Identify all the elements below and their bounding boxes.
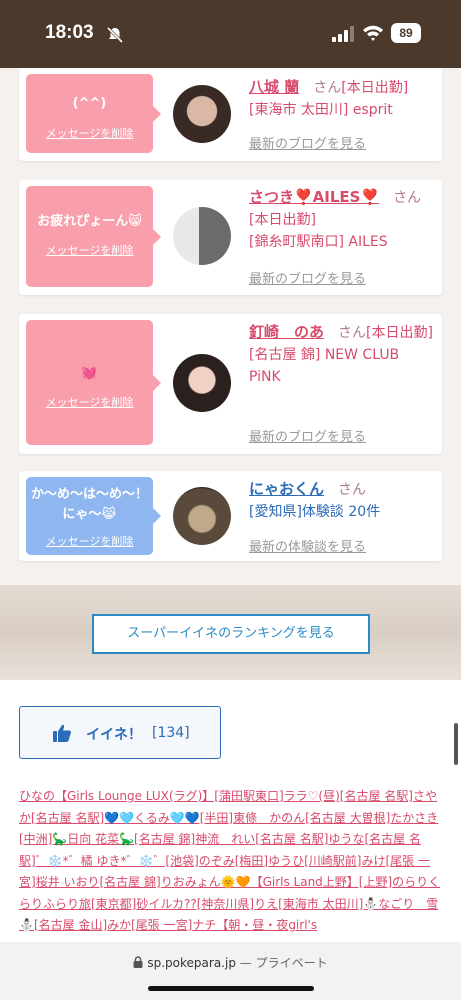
liker-link[interactable]: 東條 かのん[名古屋 大曽根]	[233, 811, 390, 825]
latest-blog-link[interactable]: 最新のブログを見る	[249, 426, 366, 445]
list-item: (^^) メッセージを削除 八城 蘭 さん[本日出勤] [東海市 太田川] es…	[19, 68, 442, 161]
message-bubble: お疲れぴょーん😸 メッセージを削除	[26, 186, 161, 287]
liker-link[interactable]: 砂イルカ??[神奈川県]	[136, 897, 254, 911]
reviewer-name-link[interactable]: にゃおくん	[249, 480, 324, 498]
status-bar: 18:03 89	[0, 0, 461, 68]
list-item: か〜め〜は〜め〜！にゃ〜😹 メッセージを削除 にゃおくん さん [愛知県]体験談…	[19, 471, 442, 561]
like-section: イイネ！ [134] ひなの【Girls Lounge LUX(ラグ)】[蒲田駅…	[0, 680, 461, 942]
liker-link[interactable]: ゛❄️*゛橘 ゆき*゛❄️゛[池袋]	[36, 854, 199, 868]
profile-info: にゃおくん さん [愛知県]体験談 20件	[249, 480, 381, 520]
liker-link[interactable]: 桜井 いおり[名古屋 錦]	[36, 875, 161, 889]
liker-link[interactable]: 神流 れい[名古屋 名駅]	[195, 832, 328, 846]
lock-icon	[133, 956, 143, 968]
profile-info: 八城 蘭 さん[本日出勤] [東海市 太田川] esprit	[249, 78, 409, 118]
avatar[interactable]	[173, 354, 231, 412]
avatar[interactable]	[173, 207, 231, 265]
liker-link[interactable]: ゆうひ[川崎駅前]	[268, 854, 361, 868]
latest-blog-link[interactable]: 最新のブログを見る	[249, 133, 366, 152]
ranking-banner: スーパーイイネのランキングを見る	[0, 585, 461, 680]
list-item: 💓 メッセージを削除 釘崎 のあ さん[本日出勤] [名古屋 錦] NEW CL…	[19, 314, 442, 454]
message-bubble: か〜め〜は〜め〜！にゃ〜😹 メッセージを削除	[26, 477, 161, 555]
thumbs-up-icon	[53, 724, 71, 742]
latest-blog-link[interactable]: 最新のブログを見る	[249, 268, 366, 287]
delete-message-link[interactable]: メッセージを削除	[26, 242, 153, 258]
message-text: (^^)	[72, 96, 107, 111]
profile-info: さつき❣️AILES❣️ さん [本日出勤] [錦糸町駅南口] AILES	[249, 188, 422, 250]
girl-name-link[interactable]: 釘崎 のあ	[249, 323, 324, 341]
avatar[interactable]	[173, 85, 231, 143]
liker-link[interactable]: のぞみ[梅田]	[199, 854, 268, 868]
liker-link[interactable]: ララ♡(昼)[名古屋 名駅]	[284, 789, 413, 803]
url-display[interactable]: sp.pokepara.jp — プライベート	[0, 954, 461, 971]
browser-url-bar[interactable]: sp.pokepara.jp — プライベート	[0, 942, 461, 1000]
cellular-signal-icon	[332, 26, 354, 42]
message-text: お疲れぴょーん😸	[37, 214, 142, 229]
home-indicator[interactable]	[148, 986, 314, 991]
message-text: 💓	[81, 366, 98, 381]
liker-link[interactable]: ナチ【朝・昼・夜girl's	[192, 918, 317, 932]
like-button-label: イイネ！	[86, 727, 142, 743]
message-bubble: (^^) メッセージを削除	[26, 74, 161, 153]
wifi-icon	[363, 25, 383, 41]
like-button[interactable]: イイネ！ [134]	[19, 706, 221, 759]
super-like-feed: (^^) メッセージを削除 八城 蘭 さん[本日出勤] [東海市 太田川] es…	[0, 68, 461, 585]
latest-review-link[interactable]: 最新の体験談を見る	[249, 536, 366, 555]
avatar[interactable]	[173, 487, 231, 545]
status-time: 18:03	[45, 22, 94, 43]
delete-message-link[interactable]: メッセージを削除	[26, 125, 153, 141]
like-count: [134]	[152, 725, 190, 741]
liker-link[interactable]: りえ[東海市 太田川]	[254, 897, 363, 911]
delete-message-link[interactable]: メッセージを削除	[26, 533, 153, 549]
super-like-ranking-button[interactable]: スーパーイイネのランキングを見る	[92, 614, 370, 654]
liker-link[interactable]: ひなの【Girls Lounge LUX(ラグ)】[蒲田駅東口]	[19, 789, 284, 803]
liker-list: ひなの【Girls Lounge LUX(ラグ)】[蒲田駅東口]ララ♡(昼)[名…	[19, 786, 444, 942]
liker-link[interactable]: みか[尾張 一宮]	[107, 918, 192, 932]
delete-message-link[interactable]: メッセージを削除	[26, 394, 153, 410]
message-text: か〜め〜は〜め〜！にゃ〜😹	[30, 487, 148, 522]
bell-muted-icon	[106, 26, 124, 44]
girl-name-link[interactable]: さつき❣️AILES❣️	[249, 188, 379, 206]
message-bubble: 💓 メッセージを削除	[26, 320, 161, 445]
scrollbar[interactable]	[454, 723, 458, 765]
list-item: お疲れぴょーん😸 メッセージを削除 さつき❣️AILES❣️ さん [本日出勤]…	[19, 180, 442, 295]
liker-link[interactable]: りおみょん🌞🧡【Girls Land上野】[上野]	[161, 875, 392, 889]
url-domain: sp.pokepara.jp	[147, 956, 236, 970]
battery-indicator: 89	[391, 23, 421, 43]
profile-info: 釘崎 のあ さん[本日出勤] [名古屋 錦] NEW CLUB PiNK	[249, 323, 433, 385]
girl-name-link[interactable]: 八城 蘭	[249, 78, 299, 96]
private-label: — プライベート	[239, 956, 328, 970]
